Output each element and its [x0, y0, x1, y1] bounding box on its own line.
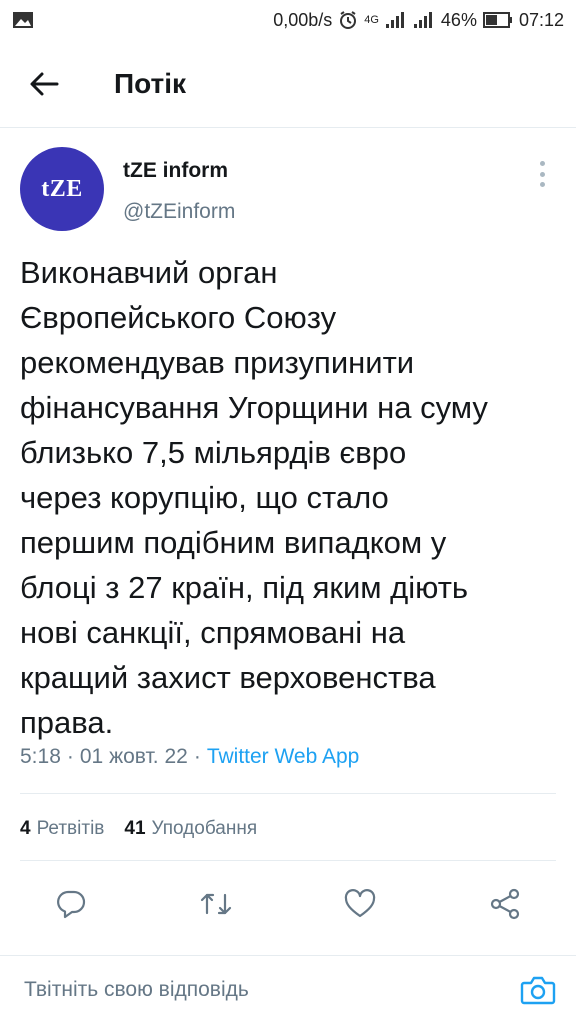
more-options-button[interactable] — [532, 161, 552, 187]
divider — [20, 860, 556, 861]
tweet-text: Виконавчий орган Європейського Союзу рек… — [20, 255, 488, 740]
reply-bar: Твітніть свою відповідь — [0, 955, 576, 1024]
share-button[interactable] — [481, 880, 529, 928]
tweet-date: 01 жовт. 22 — [79, 745, 188, 768]
retweet-button[interactable] — [192, 880, 240, 928]
tweet-time: 5:18 — [20, 745, 61, 768]
page-title: Потік — [114, 67, 187, 99]
more-dot-icon — [539, 182, 545, 187]
battery-icon — [482, 12, 512, 28]
tweet-meta: 5:18 · 01 жовт. 22 · Twitter Web App — [20, 745, 359, 769]
retweets-label: Ретвітів — [36, 818, 105, 839]
share-icon — [490, 888, 520, 920]
status-bar: 0,00b/s 4G 46% 07:12 — [0, 0, 576, 40]
camera-icon — [520, 976, 556, 1005]
arrow-left-icon — [30, 72, 59, 95]
signal-icon — [385, 12, 404, 28]
likes-count: 41 — [124, 818, 146, 839]
more-dot-icon — [539, 171, 545, 177]
meta-separator: · — [193, 745, 201, 768]
divider — [20, 793, 556, 794]
likes-label: Уподобання — [151, 818, 258, 839]
back-button[interactable] — [20, 60, 68, 108]
reply-icon — [57, 890, 86, 919]
author-name[interactable]: tZE inform — [123, 159, 228, 183]
net-speed: 0,00b/s — [273, 9, 333, 30]
retweets-stat[interactable]: 4 Ретвітів — [20, 818, 104, 840]
more-dot-icon — [539, 161, 545, 166]
retweet-icon — [200, 893, 232, 915]
retweets-count: 4 — [20, 818, 31, 839]
avatar[interactable]: tZE — [20, 147, 104, 231]
tweet-stats: 4 Ретвітів 41 Уподобання — [20, 818, 257, 840]
meta-separator: · — [66, 745, 74, 768]
alarm-icon — [340, 11, 357, 29]
tweet-actions — [0, 880, 576, 930]
signal-icon-2 — [413, 12, 432, 28]
image-notification-icon — [13, 12, 33, 28]
author-handle[interactable]: @tZEinform — [123, 200, 235, 224]
battery-level: 46% — [440, 9, 477, 30]
camera-button[interactable] — [514, 966, 562, 1014]
app-header: Потік — [0, 40, 576, 128]
likes-stat[interactable]: 41 Уподобання — [124, 818, 257, 840]
clock: 07:12 — [518, 9, 564, 30]
like-icon — [344, 889, 376, 918]
network-type: 4G — [364, 14, 379, 26]
reply-button[interactable] — [47, 880, 95, 928]
source-app-link[interactable]: Twitter Web App — [207, 745, 360, 769]
like-button[interactable] — [336, 880, 384, 928]
reply-input[interactable]: Твітніть свою відповідь — [24, 978, 514, 1002]
tweet-author: tZE tZE inform @tZEinform — [20, 147, 556, 233]
